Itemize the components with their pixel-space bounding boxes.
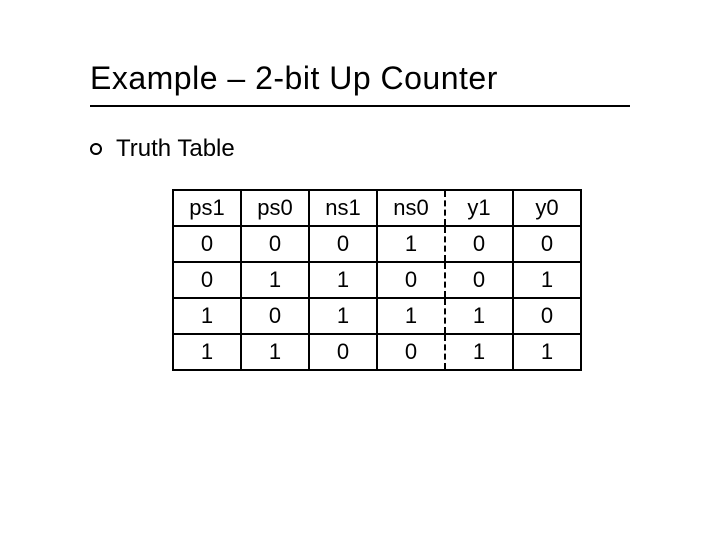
cell: 0: [173, 226, 241, 262]
cell: 0: [241, 298, 309, 334]
col-ps0: ps0: [241, 190, 309, 226]
table-row: 0 1 1 0 0 1: [173, 262, 581, 298]
slide: Example – 2-bit Up Counter Truth Table p…: [0, 0, 720, 540]
cell: 1: [513, 262, 581, 298]
cell: 0: [309, 334, 377, 370]
cell: 1: [309, 298, 377, 334]
cell: 1: [513, 334, 581, 370]
col-ps1: ps1: [173, 190, 241, 226]
bullet-icon: [90, 143, 102, 155]
cell: 1: [377, 226, 445, 262]
cell: 0: [309, 226, 377, 262]
bullet-item: Truth Table: [90, 135, 630, 163]
cell: 0: [241, 226, 309, 262]
cell: 1: [173, 334, 241, 370]
col-y0: y0: [513, 190, 581, 226]
cell: 1: [173, 298, 241, 334]
cell: 0: [445, 226, 513, 262]
cell: 0: [377, 262, 445, 298]
cell: 0: [513, 298, 581, 334]
table-row: 1 1 0 0 1 1: [173, 334, 581, 370]
table-row: 0 0 0 1 0 0: [173, 226, 581, 262]
col-ns1: ns1: [309, 190, 377, 226]
cell: 1: [241, 262, 309, 298]
cell: 1: [309, 262, 377, 298]
cell: 1: [241, 334, 309, 370]
col-ns0: ns0: [377, 190, 445, 226]
title-underline: [90, 105, 630, 107]
truth-table: ps1 ps0 ns1 ns0 y1 y0 0 0 0 1 0 0: [172, 189, 582, 371]
cell: 0: [513, 226, 581, 262]
truth-table-container: ps1 ps0 ns1 ns0 y1 y0 0 0 0 1 0 0: [172, 189, 630, 371]
cell: 0: [377, 334, 445, 370]
page-title: Example – 2-bit Up Counter: [90, 60, 630, 97]
cell: 1: [445, 334, 513, 370]
cell: 1: [445, 298, 513, 334]
table-row: 1 0 1 1 1 0: [173, 298, 581, 334]
bullet-text: Truth Table: [116, 135, 235, 163]
cell: 0: [173, 262, 241, 298]
table-header-row: ps1 ps0 ns1 ns0 y1 y0: [173, 190, 581, 226]
cell: 1: [377, 298, 445, 334]
cell: 0: [445, 262, 513, 298]
col-y1: y1: [445, 190, 513, 226]
